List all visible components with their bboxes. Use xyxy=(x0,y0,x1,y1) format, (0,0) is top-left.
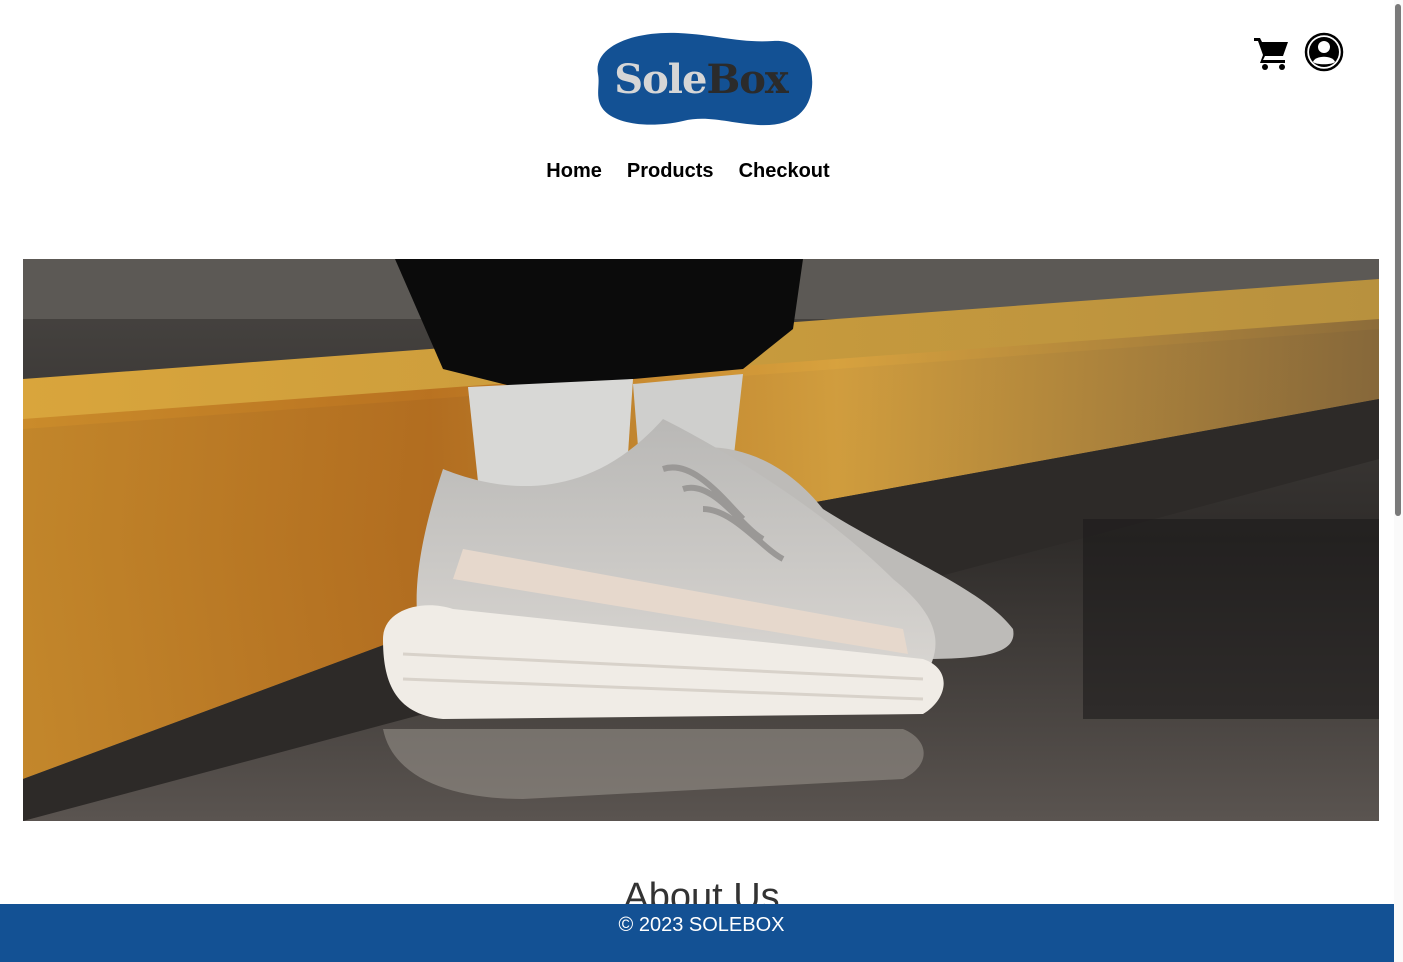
main-nav: Home Products Checkout xyxy=(0,160,1376,183)
brand-logo[interactable]: SoleBox xyxy=(588,29,814,129)
nav-item-products[interactable]: Products xyxy=(627,160,714,183)
shopping-cart-icon[interactable] xyxy=(1252,32,1292,72)
nav-item-checkout[interactable]: Checkout xyxy=(739,160,830,183)
site-footer: © 2023 SOLEBOX xyxy=(0,904,1403,962)
logo-text-box: Box xyxy=(706,56,788,103)
user-circle-icon[interactable] xyxy=(1304,32,1344,72)
footer-copyright: © 2023 SOLEBOX xyxy=(618,914,785,936)
nav-item-home[interactable]: Home xyxy=(546,160,602,183)
logo-text: SoleBox xyxy=(588,57,814,103)
scrollbar-thumb[interactable] xyxy=(1395,4,1401,516)
header-actions xyxy=(1252,32,1344,72)
page-scrollbar[interactable] xyxy=(1394,0,1403,962)
logo-text-sole: Sole xyxy=(614,56,707,103)
hero-image xyxy=(23,259,1379,821)
